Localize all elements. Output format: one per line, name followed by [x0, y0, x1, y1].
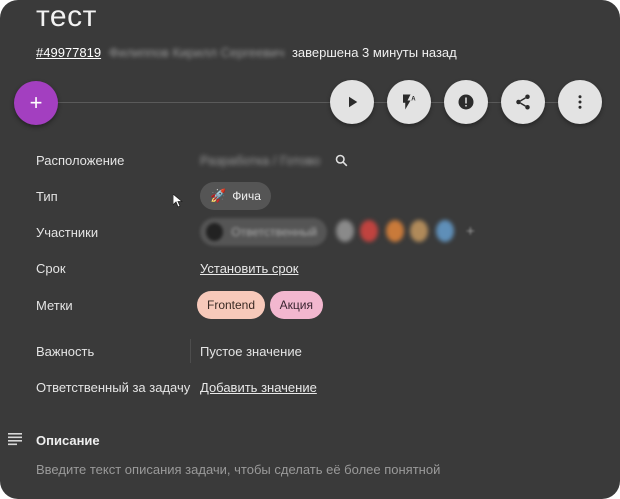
avatar[interactable] [436, 220, 454, 242]
flash-auto-icon: A [403, 94, 416, 110]
avatar[interactable] [410, 220, 428, 242]
type-value[interactable]: 🚀 Фича [200, 182, 271, 210]
tags-label: Метки [36, 298, 73, 313]
task-card: тест #49977819 Филиппов Кирилл Сергеевич… [0, 0, 620, 499]
priority-button[interactable] [444, 80, 488, 124]
assignee-label: Ответственный за задачу [36, 380, 191, 395]
tag-chip-promo[interactable]: Акция [269, 291, 323, 319]
svg-text:A: A [411, 97, 416, 103]
set-due-link[interactable]: Установить срок [200, 261, 299, 276]
members-value[interactable]: Ответственный [200, 218, 327, 246]
member-chip-label: Ответственный [231, 225, 317, 239]
type-label: Тип [36, 189, 58, 204]
member-chip[interactable]: Ответственный [200, 218, 327, 246]
members-label: Участники [36, 225, 99, 240]
importance-label: Важность [36, 344, 95, 359]
task-status-text: завершена 3 минуты назад [291, 45, 457, 60]
priority-icon [458, 94, 474, 110]
importance-value[interactable]: Пустое значение [200, 344, 302, 359]
description-title: Описание [36, 433, 100, 448]
task-title[interactable]: тест [36, 0, 97, 34]
task-author[interactable]: Филиппов Кирилл Сергеевич [109, 45, 285, 60]
mouse-cursor-icon [173, 194, 183, 208]
add-assignee-link[interactable]: Добавить значение [200, 380, 317, 395]
avatar[interactable] [336, 220, 354, 242]
task-id-link[interactable]: #49977819 [36, 45, 101, 60]
more-icon [578, 95, 582, 109]
start-button[interactable] [330, 80, 374, 124]
share-button[interactable] [501, 80, 545, 124]
add-member-icon[interactable]: + [466, 223, 475, 240]
type-chip-label: Фича [232, 189, 261, 203]
tag-chip-frontend[interactable]: Frontend [197, 291, 266, 319]
description-input[interactable]: Введите текст описания задачи, чтобы сде… [36, 462, 440, 477]
avatar[interactable] [360, 220, 378, 242]
location-label: Расположение [36, 153, 125, 168]
due-label: Срок [36, 261, 66, 276]
type-chip[interactable]: 🚀 Фича [200, 182, 271, 210]
avatar[interactable] [386, 220, 404, 242]
tags-value[interactable]: Frontend Акция [197, 291, 323, 319]
notes-icon [8, 433, 22, 446]
rocket-icon: 🚀 [210, 188, 227, 203]
task-meta: #49977819 Филиппов Кирилл Сергеевич заве… [36, 45, 457, 60]
add-button[interactable]: + [14, 81, 58, 125]
avatar [206, 223, 224, 241]
play-icon [349, 96, 358, 108]
search-icon[interactable] [334, 153, 349, 168]
more-button[interactable] [558, 80, 602, 124]
field-divider [190, 339, 191, 363]
automation-button[interactable]: A [387, 80, 431, 124]
share-icon [516, 94, 530, 110]
location-path[interactable]: Разработка / Готово [200, 153, 320, 168]
location-value[interactable]: Разработка / Готово [200, 153, 349, 168]
